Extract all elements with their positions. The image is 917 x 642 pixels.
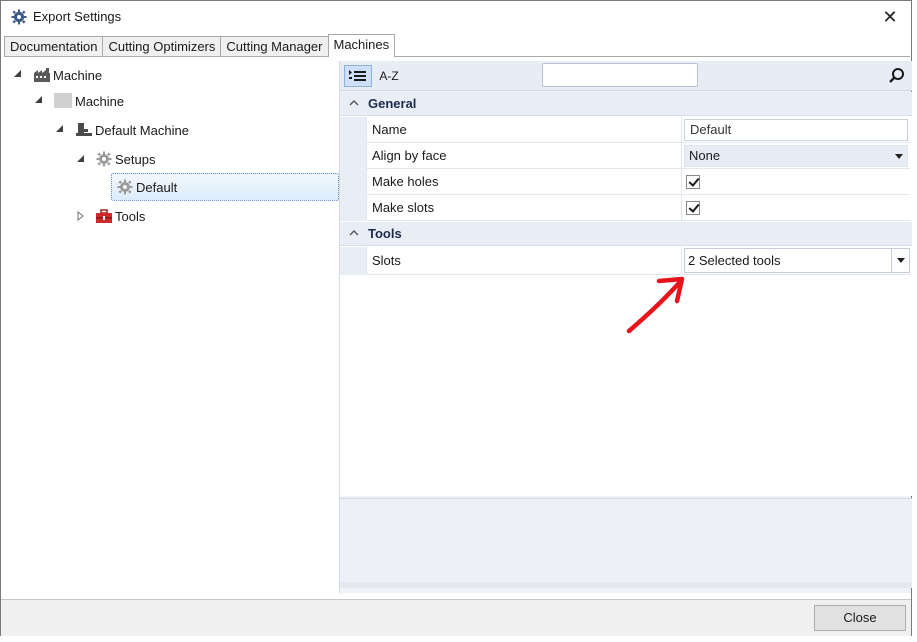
tab-cutting-manager[interactable]: Cutting Manager — [220, 36, 329, 57]
tree-expander-machine-root[interactable] — [12, 68, 24, 80]
property-row-align-by-face: Align by face None — [340, 143, 912, 169]
tree-expander-machine[interactable] — [33, 94, 45, 106]
chevron-down-icon[interactable] — [895, 154, 903, 159]
tab-divider — [4, 56, 910, 57]
make-holes-checkbox[interactable] — [686, 175, 700, 189]
tree-node-setups[interactable]: Setups — [95, 148, 155, 170]
tree-expander-setups[interactable] — [75, 153, 87, 165]
property-value-cell — [682, 169, 910, 195]
tree-node-machine-root[interactable]: Machine — [33, 64, 102, 86]
tab-cutting-optimizers[interactable]: Cutting Optimizers — [102, 36, 222, 57]
property-row-make-holes: Make holes — [340, 169, 912, 195]
category-general[interactable]: General — [340, 92, 912, 116]
tree-expander-default-machine[interactable] — [54, 123, 66, 135]
property-name: Make holes — [366, 169, 682, 195]
title-bar: Export Settings ✕ — [1, 1, 911, 33]
panel-splitter[interactable] — [340, 582, 912, 588]
row-gutter — [340, 247, 366, 275]
slots-value: 2 Selected tools — [688, 253, 781, 268]
row-gutter — [340, 169, 366, 195]
factory-icon — [34, 68, 50, 82]
tab-machines[interactable]: Machines — [327, 34, 396, 57]
close-icon[interactable]: ✕ — [877, 5, 903, 29]
make-slots-checkbox[interactable] — [686, 201, 700, 215]
close-button[interactable]: Close — [814, 605, 906, 631]
chevron-down-icon[interactable] — [891, 249, 909, 272]
machine-tree: Machine Machine Default Machine Setups D… — [3, 61, 339, 597]
machine-icon — [76, 123, 92, 136]
red-arrow-annotation — [626, 276, 685, 334]
property-value-cell — [682, 195, 910, 221]
property-value-cell: None — [682, 143, 910, 169]
chevron-up-icon[interactable] — [348, 227, 360, 239]
gray-square-icon — [54, 93, 72, 108]
property-value-cell: 2 Selected tools — [682, 247, 910, 275]
tree-expander-tools[interactable] — [75, 210, 87, 222]
tab-strip: Documentation Cutting Optimizers Cutting… — [4, 34, 396, 57]
tree-node-label: Default Machine — [95, 122, 189, 138]
property-name: Align by face — [366, 143, 682, 169]
property-search-input[interactable] — [542, 63, 698, 87]
tree-node-default[interactable]: Default — [111, 173, 339, 201]
align-by-face-select[interactable]: None — [684, 145, 908, 167]
chevron-up-icon[interactable] — [348, 97, 360, 109]
tree-node-machine[interactable]: Machine — [53, 90, 124, 112]
categorized-icon — [349, 70, 366, 81]
tab-documentation[interactable]: Documentation — [4, 36, 104, 57]
tree-node-label: Default — [136, 179, 178, 195]
export-settings-window: Export Settings ✕ Documentation Cutting … — [0, 0, 912, 636]
tree-node-label: Machine — [75, 93, 125, 109]
gear-icon — [11, 9, 27, 25]
row-gutter — [340, 195, 366, 221]
footer-bar: Close — [1, 600, 911, 636]
tree-node-label: Setups — [115, 151, 156, 167]
property-name: Make slots — [366, 195, 682, 221]
property-description-panel — [340, 498, 912, 582]
categorized-button[interactable] — [344, 65, 372, 87]
align-by-face-value: None — [689, 148, 721, 163]
property-value-cell: Default — [682, 117, 910, 143]
search-icon[interactable] — [886, 65, 908, 87]
toolbox-icon — [96, 209, 112, 223]
window-title: Export Settings — [33, 9, 122, 24]
row-gutter — [340, 143, 366, 169]
chevron-right-icon — [77, 210, 84, 222]
tree-node-default-machine[interactable]: Default Machine — [75, 119, 189, 141]
tree-node-label: Tools — [115, 208, 146, 224]
name-field[interactable]: Default — [684, 119, 908, 141]
property-name: Name — [366, 117, 682, 143]
tree-node-label: Machine — [53, 67, 103, 83]
row-gutter — [340, 117, 366, 143]
property-row-make-slots: Make slots — [340, 195, 912, 221]
alphabetical-button[interactable]: A-Z — [374, 65, 404, 87]
property-grid-toolbar: A-Z — [340, 61, 912, 91]
tree-node-tools[interactable]: Tools — [95, 205, 145, 227]
property-row-name: Name Default — [340, 117, 912, 143]
slots-select[interactable]: 2 Selected tools — [684, 248, 910, 273]
category-label: General — [368, 96, 417, 111]
gear-icon — [117, 179, 133, 195]
category-tools[interactable]: Tools — [340, 222, 912, 246]
gear-icon — [96, 151, 112, 167]
category-label: Tools — [368, 226, 402, 241]
